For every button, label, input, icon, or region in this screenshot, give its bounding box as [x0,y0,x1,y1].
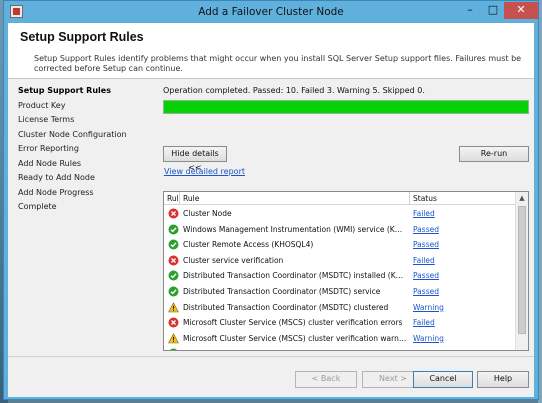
rule-name: Remote registry service (KHOSQL4) [183,349,407,350]
rule-status-link[interactable]: Warning [413,334,444,343]
rule-status-link[interactable]: Passed [413,225,439,234]
rule-status-link[interactable]: Warning [413,303,444,312]
footer-divider [8,356,534,357]
table-row[interactable]: Cluster Node Failed [164,206,516,222]
scroll-thumb[interactable] [518,206,526,334]
passed-check-icon [168,286,179,297]
table-row[interactable]: Cluster Remote Access (KHOSQL4) Passed [164,237,516,253]
cancel-button[interactable]: Cancel [413,371,473,388]
table-row[interactable]: Microsoft Cluster Service (MSCS) cluster… [164,315,516,331]
rule-status-link[interactable]: Failed [413,256,435,265]
wizard-step-license-terms[interactable]: License Terms [18,115,74,124]
page-header: Setup Support Rules Setup Support Rules … [8,23,534,79]
table-row[interactable]: Distributed Transaction Coordinator (MSD… [164,284,516,300]
grid-header: Rul Rule Status [164,192,516,205]
main-panel: Operation completed. Passed: 10. Failed … [163,80,529,353]
title-bar[interactable]: Add a Failover Cluster Node – □ ✕ [4,1,538,23]
table-row[interactable]: Windows Management Instrumentation (WMI)… [164,222,516,238]
rule-name: Cluster Node [183,209,232,218]
grid-scrollbar[interactable]: ▲ ▼ [515,192,528,350]
wizard-step-ready-to-add-node[interactable]: Ready to Add Node [18,173,95,182]
column-header-rule[interactable]: Rule [183,194,199,203]
rule-name: Distributed Transaction Coordinator (MSD… [183,287,381,296]
wizard-step-product-key[interactable]: Product Key [18,101,65,110]
rule-name: Distributed Transaction Coordinator (MSD… [183,302,389,312]
window-title: Add a Failover Cluster Node [198,6,344,18]
back-button[interactable]: < Back [295,371,357,388]
wizard-step-error-reporting[interactable]: Error Reporting [18,144,79,153]
wizard-step-cluster-node-configuration[interactable]: Cluster Node Configuration [18,130,127,139]
page-title: Setup Support Rules [20,30,144,44]
rule-status-link[interactable]: Failed [413,318,435,327]
column-header-rul[interactable]: Rul [167,194,179,203]
failed-x-icon [168,255,179,266]
rule-name: Microsoft Cluster Service (MSCS) cluster… [183,318,403,328]
column-separator [179,192,180,205]
failed-x-icon [168,208,179,219]
rule-status-link[interactable]: Passed [413,240,439,249]
table-row[interactable]: Distributed Transaction Coordinator (MSD… [164,300,516,316]
table-row[interactable]: Cluster service verification Failed [164,253,516,269]
help-button[interactable]: Help [477,371,529,388]
rule-name: Cluster Remote Access (KHOSQL4) [183,240,314,250]
warning-triangle-icon [168,332,179,344]
passed-check-icon [168,270,179,281]
column-separator [409,192,410,205]
operation-status: Operation completed. Passed: 10. Failed … [163,86,425,95]
rules-grid: Rul Rule Status Cluster Node Failed Window… [163,191,529,351]
progress-bar [163,100,529,114]
wizard-step-complete[interactable]: Complete [18,202,57,211]
failed-x-icon [168,317,179,328]
wizard-step-setup-support-rules[interactable]: Setup Support Rules [18,86,111,95]
rule-status-link[interactable]: Passed [413,287,439,296]
passed-check-icon [168,224,179,235]
minimize-button[interactable]: – [459,2,481,19]
scroll-up-icon[interactable]: ▲ [516,192,528,204]
view-detailed-report-link[interactable]: View detailed report [164,167,245,176]
table-row[interactable]: Microsoft Cluster Service (MSCS) cluster… [164,331,516,347]
table-row[interactable]: Remote registry service (KHOSQL4) Passed [164,346,516,350]
warning-triangle-icon [168,301,179,313]
column-header-status[interactable]: Status [413,194,437,203]
page-description: Setup Support Rules identify problems th… [34,54,522,73]
rule-name: Cluster service verification [183,255,284,265]
wizard-step-add-node-rules[interactable]: Add Node Rules [18,159,81,168]
rule-status-link[interactable]: Failed [413,209,435,218]
hide-details-button[interactable]: Hide details << [163,146,227,172]
table-row[interactable]: Distributed Transaction Coordinator (MSD… [164,268,516,284]
wizard-steps: Setup Support Rules Product Key License Te… [8,80,158,353]
rule-name: Distributed Transaction Coordinator (MSD… [183,271,407,281]
dialog-window: Add a Failover Cluster Node – □ ✕ Setup … [3,0,539,400]
maximize-button[interactable]: □ [482,2,504,19]
passed-check-icon [168,239,179,250]
passed-check-icon [168,348,179,350]
rerun-button[interactable]: Re-run [459,146,529,162]
rule-status-link[interactable]: Passed [413,349,439,350]
rule-status-link[interactable]: Passed [413,271,439,280]
wizard-step-add-node-progress[interactable]: Add Node Progress [18,188,94,197]
close-button[interactable]: ✕ [504,2,538,19]
rule-name: Windows Management Instrumentation (WMI)… [183,224,407,234]
dialog-client-area: Setup Support Rules Setup Support Rules … [8,23,534,397]
rule-name: Microsoft Cluster Service (MSCS) cluster… [183,333,407,343]
